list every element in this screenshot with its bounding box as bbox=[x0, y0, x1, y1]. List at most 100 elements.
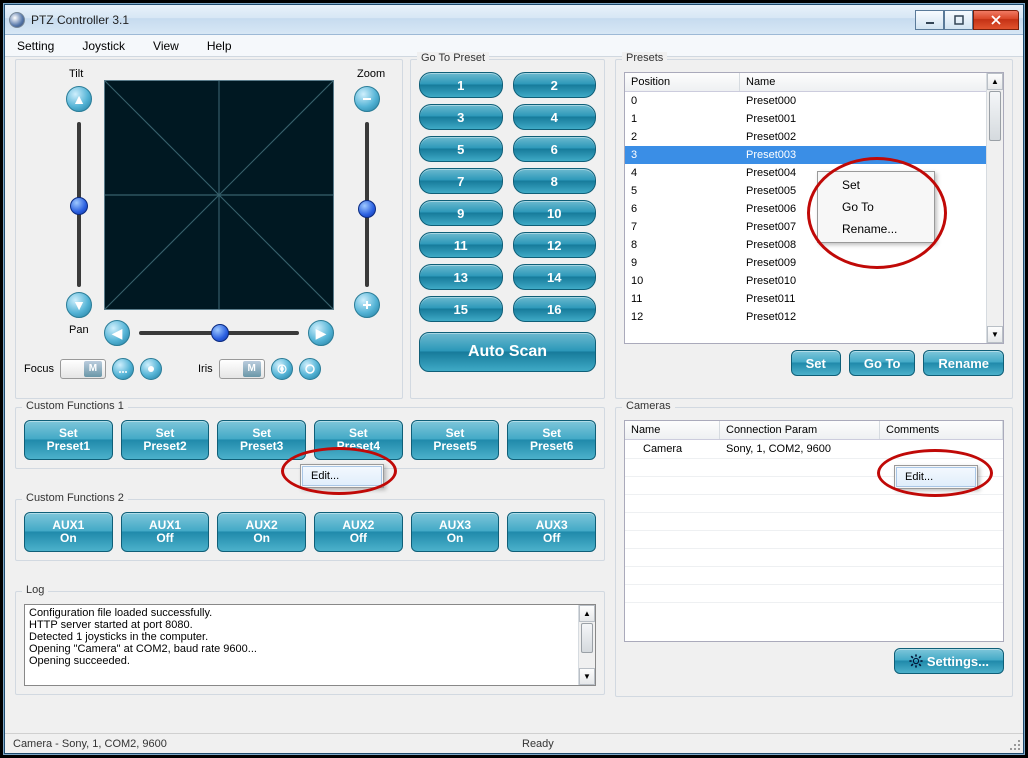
preset-row[interactable]: 9Preset009 bbox=[625, 254, 1003, 272]
focus-mode-toggle[interactable] bbox=[60, 359, 106, 379]
cf1-title: Custom Functions 1 bbox=[22, 400, 128, 412]
pan-left-button[interactable]: ◀ bbox=[104, 320, 130, 346]
presets-col-position[interactable]: Position bbox=[625, 73, 740, 91]
cf2-1-button[interactable]: AUX1On bbox=[24, 512, 113, 552]
close-button[interactable] bbox=[973, 10, 1019, 30]
cf2-title: Custom Functions 2 bbox=[22, 492, 128, 504]
goto-preset-10-button[interactable]: 10 bbox=[513, 200, 597, 226]
goto-preset-5-button[interactable]: 5 bbox=[419, 136, 503, 162]
focus-near-button[interactable] bbox=[112, 358, 134, 380]
goto-preset-12-button[interactable]: 12 bbox=[513, 232, 597, 258]
goto-preset-8-button[interactable]: 8 bbox=[513, 168, 597, 194]
camera-row[interactable]: CameraSony, 1, COM2, 9600 bbox=[625, 440, 1003, 458]
goto-preset-9-button[interactable]: 9 bbox=[419, 200, 503, 226]
preset-row[interactable]: 11Preset011 bbox=[625, 290, 1003, 308]
iris-mode-toggle[interactable] bbox=[219, 359, 265, 379]
preset-row[interactable]: 2Preset002 bbox=[625, 128, 1003, 146]
gear-icon bbox=[909, 654, 923, 668]
scroll-up-icon[interactable]: ▲ bbox=[987, 73, 1003, 90]
focus-far-button[interactable] bbox=[140, 358, 162, 380]
iris-close-button[interactable] bbox=[271, 358, 293, 380]
scroll-down-icon[interactable]: ▼ bbox=[987, 326, 1003, 343]
scroll-up-icon[interactable]: ▲ bbox=[579, 605, 595, 622]
ctx-goto[interactable]: Go To bbox=[820, 196, 932, 218]
preset-goto-button[interactable]: Go To bbox=[849, 350, 916, 376]
cf2-6-button[interactable]: AUX3Off bbox=[507, 512, 596, 552]
presets-table[interactable]: Position Name 0Preset0001Preset0012Prese… bbox=[624, 72, 1004, 344]
tilt-slider-thumb[interactable] bbox=[70, 197, 88, 215]
goto-preset-13-button[interactable]: 13 bbox=[419, 264, 503, 290]
zoom-slider-thumb[interactable] bbox=[358, 200, 376, 218]
goto-preset-1-button[interactable]: 1 bbox=[419, 72, 503, 98]
cf1-1-button[interactable]: SetPreset1 bbox=[24, 420, 113, 460]
cf2-3-button[interactable]: AUX2On bbox=[217, 512, 306, 552]
goto-preset-3-button[interactable]: 3 bbox=[419, 104, 503, 130]
minimize-button[interactable] bbox=[915, 10, 944, 30]
pan-slider-thumb[interactable] bbox=[211, 324, 229, 342]
menu-view[interactable]: View bbox=[149, 37, 183, 55]
ctx-cf1-edit[interactable]: Edit... bbox=[302, 466, 382, 486]
preset-row[interactable]: 6Preset006 bbox=[625, 200, 1003, 218]
scroll-thumb[interactable] bbox=[989, 91, 1001, 141]
tilt-down-button[interactable]: ▼ bbox=[66, 292, 92, 318]
presets-scrollbar[interactable]: ▲ ▼ bbox=[986, 73, 1003, 343]
cf1-5-button[interactable]: SetPreset5 bbox=[411, 420, 500, 460]
zoom-out-button[interactable] bbox=[354, 86, 380, 112]
maximize-button[interactable] bbox=[944, 10, 973, 30]
cf2-4-button[interactable]: AUX2Off bbox=[314, 512, 403, 552]
iris-open-button[interactable] bbox=[299, 358, 321, 380]
preset-row[interactable]: 12Preset012 bbox=[625, 308, 1003, 326]
ctx-rename[interactable]: Rename... bbox=[820, 218, 932, 240]
log-textarea[interactable]: Configuration file loaded successfully.H… bbox=[24, 604, 596, 686]
preset-row[interactable]: 4Preset004 bbox=[625, 164, 1003, 182]
ptz-crosshair-canvas[interactable] bbox=[104, 80, 334, 310]
cameras-col-name[interactable]: Name bbox=[625, 421, 720, 439]
autoscan-button[interactable]: Auto Scan bbox=[419, 332, 596, 372]
log-scrollbar[interactable]: ▲ ▼ bbox=[578, 605, 595, 685]
goto-preset-14-button[interactable]: 14 bbox=[513, 264, 597, 290]
cameras-col-conn[interactable]: Connection Param bbox=[720, 421, 880, 439]
scroll-thumb[interactable] bbox=[581, 623, 593, 653]
tilt-up-button[interactable]: ▲ bbox=[66, 86, 92, 112]
presets-col-name[interactable]: Name bbox=[740, 73, 1003, 91]
menu-joystick[interactable]: Joystick bbox=[78, 37, 129, 55]
cf1-2-button[interactable]: SetPreset2 bbox=[121, 420, 210, 460]
goto-preset-7-button[interactable]: 7 bbox=[419, 168, 503, 194]
preset-rename-button[interactable]: Rename bbox=[923, 350, 1004, 376]
preset-row[interactable]: 0Preset000 bbox=[625, 92, 1003, 110]
preset-row[interactable]: 1Preset001 bbox=[625, 110, 1003, 128]
cameras-settings-button[interactable]: Settings... bbox=[894, 648, 1004, 674]
goto-preset-4-button[interactable]: 4 bbox=[513, 104, 597, 130]
preset-row[interactable]: 10Preset010 bbox=[625, 272, 1003, 290]
cf1-3-button[interactable]: SetPreset3 bbox=[217, 420, 306, 460]
preset-row[interactable]: 5Preset005 bbox=[625, 182, 1003, 200]
scroll-down-icon[interactable]: ▼ bbox=[579, 668, 595, 685]
preset-row[interactable]: 3Preset003 bbox=[625, 146, 1003, 164]
cameras-table[interactable]: Name Connection Param Comments CameraSon… bbox=[624, 420, 1004, 642]
ptz-area: Tilt Zoom Pan ▲ ▼ bbox=[24, 72, 394, 352]
goto-preset-11-button[interactable]: 11 bbox=[419, 232, 503, 258]
resize-grip-icon[interactable] bbox=[1007, 737, 1021, 751]
titlebar: PTZ Controller 3.1 bbox=[5, 5, 1023, 35]
preset-row[interactable]: 8Preset008 bbox=[625, 236, 1003, 254]
goto-preset-2-button[interactable]: 2 bbox=[513, 72, 597, 98]
preset-row[interactable]: 7Preset007 bbox=[625, 218, 1003, 236]
ctx-cam-edit[interactable]: Edit... bbox=[896, 467, 976, 487]
ctx-set[interactable]: Set bbox=[820, 174, 932, 196]
cf1-4-button[interactable]: SetPreset4 bbox=[314, 420, 403, 460]
cameras-col-comments[interactable]: Comments bbox=[880, 421, 1003, 439]
app-icon bbox=[9, 12, 25, 28]
goto-preset-15-button[interactable]: 15 bbox=[419, 296, 503, 322]
log-line: Configuration file loaded successfully. bbox=[29, 607, 591, 619]
menu-setting[interactable]: Setting bbox=[13, 37, 58, 55]
cf2-5-button[interactable]: AUX3On bbox=[411, 512, 500, 552]
preset-set-button[interactable]: Set bbox=[791, 350, 841, 376]
menu-help[interactable]: Help bbox=[203, 37, 236, 55]
goto-preset-16-button[interactable]: 16 bbox=[513, 296, 597, 322]
goto-preset-6-button[interactable]: 6 bbox=[513, 136, 597, 162]
gotopreset-title: Go To Preset bbox=[417, 52, 489, 64]
cf2-2-button[interactable]: AUX1Off bbox=[121, 512, 210, 552]
pan-right-button[interactable]: ▶ bbox=[308, 320, 334, 346]
zoom-in-button[interactable] bbox=[354, 292, 380, 318]
cf1-6-button[interactable]: SetPreset6 bbox=[507, 420, 596, 460]
